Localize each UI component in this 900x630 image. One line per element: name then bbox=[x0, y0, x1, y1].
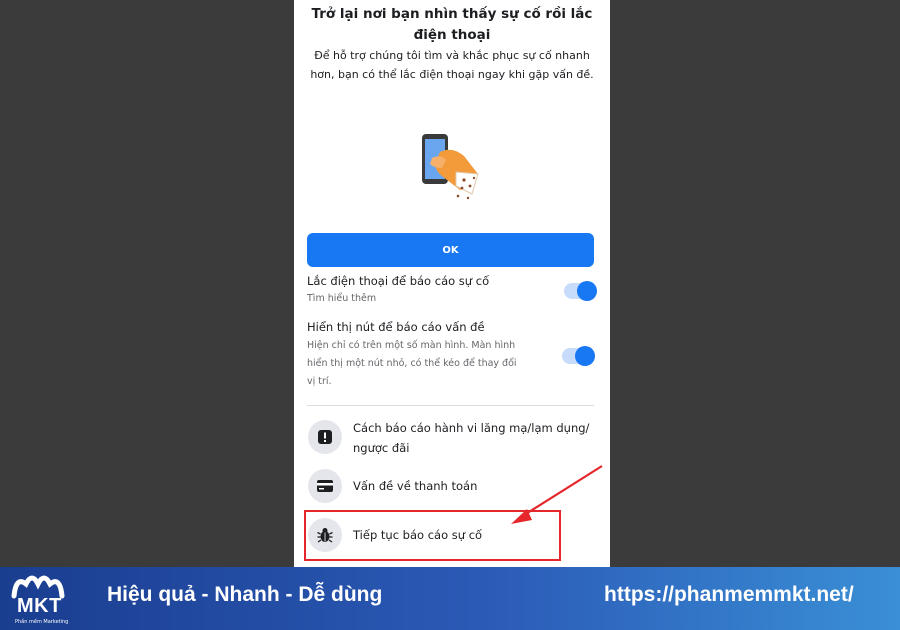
credit-card-icon bbox=[308, 469, 342, 503]
menu-item-label: Vấn đề về thanh toán bbox=[353, 479, 478, 493]
setting-shake-title: Lắc điện thoại để báo cáo sự cố bbox=[307, 274, 490, 288]
exclamation-icon bbox=[308, 420, 342, 454]
logo-text: MKT bbox=[17, 595, 62, 617]
hand-shaking-phone-icon bbox=[422, 134, 479, 200]
logo-subtext: Phần mềm Marketing bbox=[15, 619, 69, 625]
menu-item-label: Cách báo cáo hành vi lăng mạ/lạm dụng/ n… bbox=[353, 421, 590, 455]
divider bbox=[307, 405, 594, 406]
footer-banner: MKT Phần mềm Marketing Hiệu quả - Nhanh … bbox=[0, 567, 900, 630]
setting-show-button-title: Hiển thị nút để báo cáo vấn đề bbox=[307, 320, 485, 334]
ok-button[interactable]: OK bbox=[307, 233, 594, 267]
learn-more-link[interactable]: Tìm hiểu thêm bbox=[307, 290, 376, 308]
toggle-knob bbox=[577, 281, 597, 301]
footer-tagline: Hiệu quả - Nhanh - Dễ dùng bbox=[107, 583, 383, 606]
shake-toggle[interactable] bbox=[564, 281, 597, 301]
show-button-toggle[interactable] bbox=[562, 346, 595, 366]
footer-url-link[interactable]: https://phanmemmkt.net/ bbox=[604, 583, 854, 607]
dialog-description: Để hỗ trợ chúng tôi tìm và khắc phục sự … bbox=[310, 49, 594, 81]
mkt-logo: MKT Phần mềm Marketing bbox=[6, 570, 70, 628]
toggle-knob bbox=[575, 346, 595, 366]
setting-show-button-description: Hiện chỉ có trên một số màn hình. Màn hì… bbox=[307, 340, 517, 387]
arrow-annotation-icon bbox=[511, 465, 603, 524]
dialog-title: Trở lại nơi bạn nhìn thấy sự cố rồi lắc … bbox=[311, 6, 593, 43]
